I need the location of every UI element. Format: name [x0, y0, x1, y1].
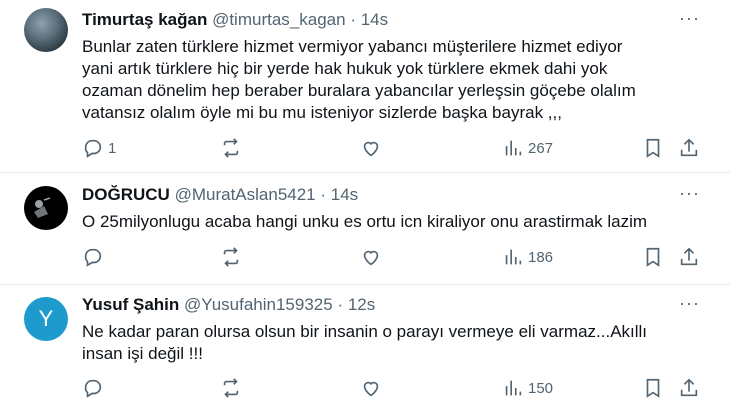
repost-icon — [223, 247, 239, 267]
heart-icon — [363, 141, 379, 157]
reply-tweet-3[interactable]: Y Yusuf Şahin @Yusufahin159325 · 12s ···… — [0, 285, 730, 420]
view-count: 267 — [528, 139, 554, 157]
timestamp[interactable]: 12s — [348, 295, 375, 314]
share-button[interactable] — [678, 377, 700, 399]
more-options-icon[interactable]: ··· — [679, 293, 700, 314]
repost-button[interactable] — [220, 246, 242, 268]
share-button[interactable] — [678, 137, 700, 159]
views-icon — [505, 380, 522, 396]
author-name[interactable]: DOĞRUCU — [82, 185, 170, 204]
share-icon — [680, 378, 698, 397]
reply-button[interactable] — [82, 246, 108, 268]
tweet-header: Yusuf Şahin @Yusufahin159325 · 12s — [82, 295, 375, 315]
timestamp[interactable]: 14s — [331, 185, 358, 204]
views-button[interactable]: 150 — [502, 377, 553, 399]
share-icon — [680, 247, 698, 266]
view-count: 186 — [528, 248, 554, 266]
avatar[interactable]: Y — [24, 297, 68, 341]
bookmark-icon — [646, 378, 660, 398]
tweet-text: Ne kadar paran olursa olsun bir insanin … — [82, 322, 648, 363]
action-bar: 150 — [82, 377, 702, 401]
reply-button[interactable] — [82, 377, 108, 399]
views-button[interactable]: 267 — [502, 137, 553, 159]
avatar[interactable] — [24, 186, 68, 230]
reply-icon — [84, 248, 102, 267]
share-button[interactable] — [678, 246, 700, 268]
avatar-image — [34, 197, 51, 218]
more-options-icon[interactable]: ··· — [679, 8, 700, 29]
separator: · — [337, 295, 348, 314]
reply-feed: Timurtaş kağan @timurtas_kagan · 14s ···… — [0, 0, 730, 420]
separator: · — [320, 185, 331, 204]
author-handle[interactable]: @MuratAslan5421 — [175, 185, 316, 204]
action-bar: 186 — [82, 246, 702, 270]
repost-icon — [223, 378, 239, 398]
reply-button[interactable]: 1 — [82, 137, 116, 159]
repost-button[interactable] — [220, 377, 242, 399]
repost-icon — [223, 138, 239, 158]
views-icon — [505, 140, 522, 156]
author-handle[interactable]: @timurtas_kagan — [212, 10, 346, 29]
separator: · — [350, 10, 361, 29]
reply-icon — [84, 139, 102, 158]
tweet-header: DOĞRUCU @MuratAslan5421 · 14s — [82, 185, 358, 205]
views-button[interactable]: 186 — [502, 246, 553, 268]
bookmark-button[interactable] — [642, 377, 664, 399]
like-button[interactable] — [360, 377, 382, 399]
reply-icon — [84, 379, 102, 398]
tweet-text: O 25milyonlugu acaba hangi unku es ortu … — [82, 212, 648, 231]
author-handle[interactable]: @Yusufahin159325 — [184, 295, 333, 314]
reply-tweet-2[interactable]: DOĞRUCU @MuratAslan5421 · 14s ··· O 25mi… — [0, 173, 730, 285]
action-bar: 1 267 — [82, 137, 702, 161]
heart-icon — [363, 381, 379, 397]
like-button[interactable] — [360, 246, 382, 268]
bookmark-button[interactable] — [642, 246, 664, 268]
author-name[interactable]: Yusuf Şahin — [82, 295, 179, 314]
tweet-text: Bunlar zaten türklere hizmet vermiyor ya… — [82, 37, 636, 122]
bookmark-button[interactable] — [642, 137, 664, 159]
more-options-icon[interactable]: ··· — [679, 183, 700, 204]
timestamp[interactable]: 14s — [361, 10, 388, 29]
view-count: 150 — [528, 379, 554, 397]
bookmark-icon — [646, 138, 660, 158]
author-name[interactable]: Timurtaş kağan — [82, 10, 207, 29]
reply-count: 1 — [108, 139, 117, 157]
like-button[interactable] — [360, 137, 382, 159]
views-icon — [505, 249, 522, 265]
tweet-header: Timurtaş kağan @timurtas_kagan · 14s — [82, 10, 388, 30]
bookmark-icon — [646, 247, 660, 267]
avatar[interactable] — [24, 8, 68, 52]
reply-tweet-1[interactable]: Timurtaş kağan @timurtas_kagan · 14s ···… — [0, 0, 730, 170]
share-icon — [680, 138, 698, 157]
heart-icon — [363, 250, 379, 266]
repost-button[interactable] — [220, 137, 242, 159]
